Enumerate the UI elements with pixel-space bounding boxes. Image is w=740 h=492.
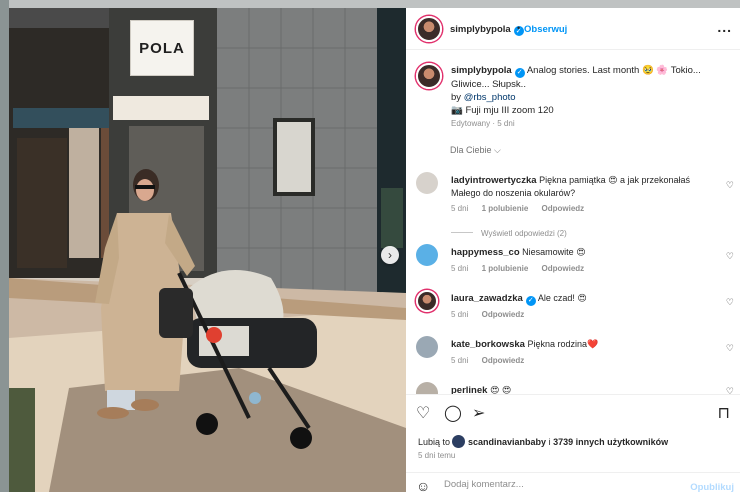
comment-avatar[interactable] bbox=[416, 290, 438, 312]
follow-button[interactable]: Obserwuj bbox=[524, 24, 567, 35]
comment-avatar[interactable] bbox=[416, 244, 438, 266]
comment-list[interactable]: ladyintrowertyczka Piękna pamiątka 😍 a j… bbox=[406, 164, 740, 394]
post-time: 5 dni temu bbox=[418, 451, 456, 460]
separator-dot: • bbox=[517, 23, 521, 33]
backdrop-top bbox=[0, 0, 740, 8]
comment-input[interactable] bbox=[444, 479, 674, 490]
comment-time: 5 dni bbox=[451, 356, 469, 365]
comment-likes[interactable]: 1 polubienie bbox=[482, 264, 529, 273]
caption-body: simplybypola ✓ Analog stories. Last month… bbox=[451, 64, 731, 130]
comment-avatar[interactable] bbox=[416, 336, 438, 358]
heart-icon[interactable]: ♡ bbox=[726, 251, 734, 262]
comment-actions: 5 dni 1 polubienie Odpowiedz bbox=[451, 204, 595, 213]
comment-username[interactable]: laura_zawadzka bbox=[451, 293, 523, 304]
comment-username[interactable]: happymess_co bbox=[451, 247, 520, 258]
verified-icon: ✓ bbox=[514, 67, 525, 78]
comment-username[interactable]: kate_borkowska bbox=[451, 339, 525, 350]
caption-camera: 📷 Fuji mju III zoom 120 bbox=[451, 104, 554, 116]
comment-username[interactable]: perlinek bbox=[451, 385, 487, 394]
heart-icon[interactable]: ♡ bbox=[726, 297, 734, 308]
reply-button[interactable]: Odpowiedz bbox=[542, 264, 585, 273]
comment-body: Piękna rodzina❤️ bbox=[527, 339, 599, 349]
shop-sign: POLA bbox=[130, 20, 194, 76]
heart-icon[interactable]: ♡ bbox=[726, 386, 734, 394]
comment-text: ladyintrowertyczka Piękna pamiątka 😍 a j… bbox=[451, 174, 721, 200]
caption-edited: Edytowany · 5 dni bbox=[451, 118, 515, 128]
post-header: simplybypola ✓ • Obserwuj ... bbox=[406, 8, 740, 50]
share-icon[interactable]: ➢ bbox=[472, 403, 485, 423]
publish-button[interactable]: Opublikuj bbox=[690, 482, 734, 492]
author-username[interactable]: simplybypola ✓ bbox=[450, 24, 524, 36]
heart-icon[interactable]: ♡ bbox=[726, 180, 734, 191]
like-icon[interactable]: ♡ bbox=[416, 403, 430, 423]
caption-username[interactable]: simplybypola bbox=[451, 65, 512, 76]
comment-text: kate_borkowska Piękna rodzina❤️ bbox=[451, 338, 721, 351]
comment-text: happymess_co Niesamowite 😍 bbox=[451, 246, 721, 259]
author-avatar[interactable] bbox=[416, 16, 442, 42]
caption-avatar[interactable] bbox=[416, 63, 442, 89]
comment-composer: ☺ Opublikuj bbox=[406, 472, 740, 492]
comment-text: perlinek 😍 😍 bbox=[451, 384, 721, 394]
comment-body: Niesamowite 😍 bbox=[522, 247, 586, 257]
comment-filter[interactable]: Dla Ciebie ⌵ bbox=[450, 145, 501, 156]
view-replies-button[interactable]: Wyświetl odpowiedzi (2) bbox=[451, 229, 567, 238]
comment-icon[interactable]: ◯ bbox=[444, 403, 462, 423]
likes-count[interactable]: 3739 innych użytkowników bbox=[553, 437, 668, 447]
comment-body: 😍 😍 bbox=[489, 385, 512, 394]
comment-avatar[interactable] bbox=[416, 172, 438, 194]
comment-actions: 5 dni Odpowiedz bbox=[451, 310, 535, 319]
comment-text: laura_zawadzka ✓ Ale czad! 😍 bbox=[451, 292, 721, 306]
more-options-icon[interactable]: ... bbox=[717, 19, 732, 35]
chevron-right-icon: › bbox=[388, 248, 392, 262]
next-photo-button[interactable]: › bbox=[381, 246, 399, 264]
backdrop-left bbox=[0, 0, 9, 492]
save-icon[interactable]: ⊓ bbox=[718, 403, 730, 423]
photo-credit-link[interactable]: @rbs_photo bbox=[464, 92, 516, 103]
comment-body: Ale czad! 😍 bbox=[537, 293, 587, 303]
reply-button[interactable]: Odpowiedz bbox=[482, 356, 525, 365]
reply-button[interactable]: Odpowiedz bbox=[482, 310, 525, 319]
comment-likes[interactable]: 1 polubienie bbox=[482, 204, 529, 213]
post-panel: simplybypola ✓ • Obserwuj ... simplybypol… bbox=[406, 8, 740, 492]
action-bar: ♡ ◯ ➢ ⊓ Lubią to scandinavianbaby i 3739 … bbox=[406, 394, 740, 472]
heart-icon[interactable]: ♡ bbox=[726, 343, 734, 354]
likes-user[interactable]: scandinavianbaby bbox=[468, 437, 546, 447]
emoji-icon[interactable]: ☺ bbox=[416, 478, 430, 492]
post-photo[interactable]: POLA › bbox=[9, 8, 406, 492]
street-scene bbox=[9, 8, 406, 492]
likes-and: i bbox=[548, 437, 551, 447]
verified-icon: ✓ bbox=[525, 295, 536, 306]
comment-time: 5 dni bbox=[451, 204, 469, 213]
comment-avatar[interactable] bbox=[416, 382, 438, 394]
author-name[interactable]: simplybypola bbox=[450, 24, 511, 35]
comment-actions: 5 dni 1 polubienie Odpowiedz bbox=[451, 264, 595, 273]
likes-summary: Lubią to scandinavianbaby i 3739 innych u… bbox=[418, 435, 668, 448]
caption-by: by bbox=[451, 91, 462, 103]
comment-username[interactable]: ladyintrowertyczka bbox=[451, 175, 537, 186]
reply-button[interactable]: Odpowiedz bbox=[542, 204, 585, 213]
liker-avatar bbox=[452, 435, 466, 448]
likes-prefix: Lubią to bbox=[418, 437, 451, 447]
comment-time: 5 dni bbox=[451, 310, 469, 319]
comment-time: 5 dni bbox=[451, 264, 469, 273]
comment-actions: 5 dni Odpowiedz bbox=[451, 356, 535, 365]
